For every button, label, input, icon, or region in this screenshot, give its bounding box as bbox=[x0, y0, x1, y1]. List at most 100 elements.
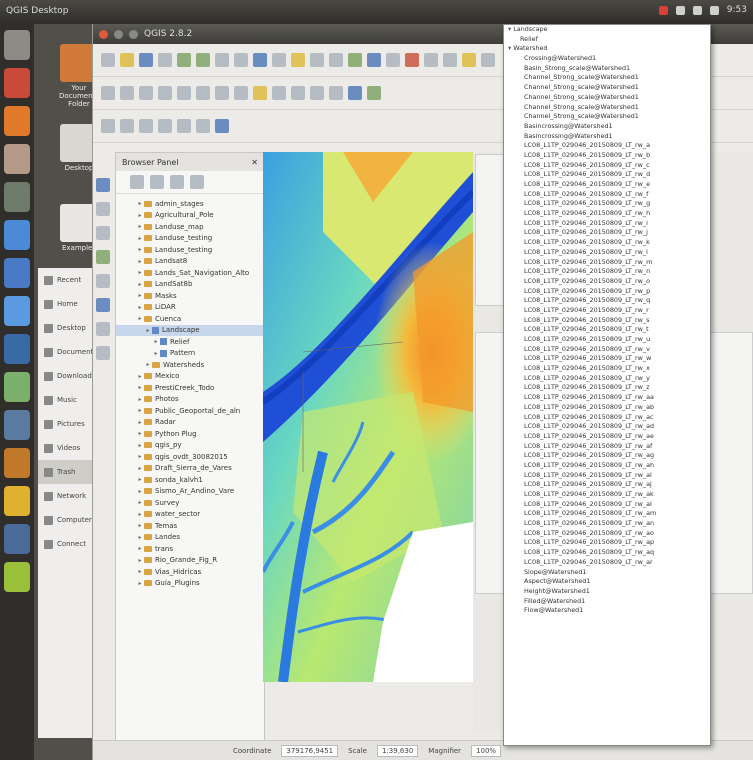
browser-tree-item[interactable]: ▸ qgis_ovdt_30082015 bbox=[116, 451, 264, 463]
dropdown-item[interactable]: LC08_L1TP_029046_20150809_LT_rw_q bbox=[504, 296, 710, 306]
label-rotate-icon[interactable] bbox=[310, 86, 324, 100]
browser-tree-item[interactable]: ▸ qgis_py bbox=[116, 440, 264, 452]
browser-tree-item[interactable]: ▸ Landscape bbox=[116, 324, 264, 336]
digitize-icon[interactable] bbox=[120, 86, 134, 100]
dropdown-item[interactable]: LC08_L1TP_029046_20150809_LT_rw_b bbox=[504, 151, 710, 161]
expand-arrow-icon[interactable]: ▾ bbox=[508, 25, 511, 33]
identify-icon[interactable] bbox=[272, 53, 286, 67]
browser-tree-item[interactable]: ▸ LiDAR bbox=[116, 302, 264, 314]
hand-icon[interactable] bbox=[96, 274, 110, 288]
expand-arrow-icon[interactable]: ▸ bbox=[152, 350, 160, 357]
battery-icon[interactable] bbox=[709, 5, 719, 15]
dropdown-item[interactable]: Channel_Strong_scale@Watershed1 bbox=[504, 112, 710, 122]
expand-arrow-icon[interactable]: ▸ bbox=[136, 281, 144, 288]
node-tool-icon[interactable] bbox=[158, 86, 172, 100]
dropdown-item[interactable]: Slope@Watershed1 bbox=[504, 568, 710, 578]
expand-arrow-icon[interactable]: ▸ bbox=[144, 327, 152, 334]
dropdown-item[interactable]: LC08_L1TP_029046_20150809_LT_rw_af bbox=[504, 442, 710, 452]
expand-arrow-icon[interactable]: ▸ bbox=[136, 373, 144, 380]
desktop-file-icon[interactable] bbox=[60, 204, 96, 242]
close-button[interactable] bbox=[99, 29, 108, 39]
dropdown-item[interactable]: LC08_L1TP_029046_20150809_LT_rw_ai bbox=[504, 471, 710, 481]
expand-arrow-icon[interactable]: ▸ bbox=[136, 246, 144, 253]
delete-selected-icon[interactable] bbox=[177, 86, 191, 100]
calc-icon[interactable] bbox=[4, 334, 30, 364]
browser-tree-item[interactable]: ▸ Pattern bbox=[116, 348, 264, 360]
dropdown-item[interactable]: LC08_L1TP_029046_20150809_LT_rw_v bbox=[504, 345, 710, 355]
collapse-icon[interactable] bbox=[190, 175, 204, 189]
browser-tree-item[interactable]: ▸ Guia_Plugins bbox=[116, 578, 264, 590]
browser-tree-item[interactable]: ▸ Sismo_Ar_Andino_Vare bbox=[116, 486, 264, 498]
settings-icon[interactable] bbox=[4, 524, 30, 554]
help-icon[interactable] bbox=[443, 53, 457, 67]
browser-tree-item[interactable]: ▸ Radar bbox=[116, 417, 264, 429]
zoom-out-icon[interactable] bbox=[196, 53, 210, 67]
maximize-button[interactable] bbox=[129, 29, 138, 39]
expand-arrow-icon[interactable]: ▸ bbox=[136, 557, 144, 564]
firefox-icon[interactable] bbox=[4, 106, 30, 136]
expand-arrow-icon[interactable]: ▸ bbox=[136, 534, 144, 541]
dropdown-item[interactable]: LC08_L1TP_029046_20150809_LT_rw_e bbox=[504, 180, 710, 190]
move-feature-icon[interactable] bbox=[139, 86, 153, 100]
dropdown-item[interactable]: LC08_L1TP_029046_20150809_LT_rw_n bbox=[504, 267, 710, 277]
browser-tree-item[interactable]: ▸ Agricultural_Pole bbox=[116, 210, 264, 222]
add-raster-icon[interactable] bbox=[367, 53, 381, 67]
expand-arrow-icon[interactable]: ▸ bbox=[136, 488, 144, 495]
dropdown-item[interactable]: Aspect@Watershed1 bbox=[504, 577, 710, 587]
browser-tree-item[interactable]: ▸ Temas bbox=[116, 520, 264, 532]
browser-tree-item[interactable]: ▸ Landuse_map bbox=[116, 221, 264, 233]
scale-field[interactable]: 1:39,630 bbox=[376, 744, 419, 757]
dropdown-item[interactable]: LC08_L1TP_029046_20150809_LT_rw_o bbox=[504, 277, 710, 287]
edit-icon[interactable] bbox=[101, 86, 115, 100]
browser-icon[interactable] bbox=[4, 296, 30, 326]
minimize-button[interactable] bbox=[114, 29, 123, 39]
expand-arrow-icon[interactable]: ▸ bbox=[136, 304, 144, 311]
browser-tree-item[interactable]: ▸ Survey bbox=[116, 497, 264, 509]
browser-tree-item[interactable]: ▸ Relief bbox=[116, 336, 264, 348]
add-vector-icon[interactable] bbox=[348, 53, 362, 67]
dropdown-item[interactable]: ▾ Watershed bbox=[504, 44, 710, 54]
dropdown-item[interactable]: LC08_L1TP_029046_20150809_LT_rw_an bbox=[504, 519, 710, 529]
browser-tree-item[interactable]: ▸ Rio_Grande_Fig_R bbox=[116, 555, 264, 567]
dropdown-item[interactable]: LC08_L1TP_029046_20150809_LT_rw_aj bbox=[504, 480, 710, 490]
brightness-icon[interactable] bbox=[177, 119, 191, 133]
dropdown-item[interactable]: LC08_L1TP_029046_20150809_LT_rw_aq bbox=[504, 548, 710, 558]
grass-icon[interactable] bbox=[348, 86, 362, 100]
dropdown-item[interactable]: Filled@Watershed1 bbox=[504, 597, 710, 607]
sound-icon[interactable] bbox=[692, 5, 702, 15]
dropdown-item[interactable]: LC08_L1TP_029046_20150809_LT_rw_ar bbox=[504, 558, 710, 568]
cut-icon[interactable] bbox=[196, 86, 210, 100]
browser-tree-item[interactable]: ▸ Masks bbox=[116, 290, 264, 302]
dropdown-item[interactable]: LC08_L1TP_029046_20150809_LT_rw_al bbox=[504, 500, 710, 510]
expand-arrow-icon[interactable]: ▸ bbox=[136, 396, 144, 403]
dropdown-item[interactable]: LC08_L1TP_029046_20150809_LT_rw_d bbox=[504, 170, 710, 180]
browser-tree-item[interactable]: ▸ Cuenca bbox=[116, 313, 264, 325]
dropdown-item[interactable]: LC08_L1TP_029046_20150809_LT_rw_ab bbox=[504, 403, 710, 413]
browser-tree-item[interactable]: ▸ Python Plug bbox=[116, 428, 264, 440]
pencil-icon[interactable] bbox=[96, 202, 110, 216]
processing-icon[interactable] bbox=[367, 86, 381, 100]
android-icon[interactable] bbox=[4, 372, 30, 402]
dropdown-item[interactable]: LC08_L1TP_029046_20150809_LT_rw_p bbox=[504, 287, 710, 297]
browser-tree-item[interactable]: ▸ Photos bbox=[116, 394, 264, 406]
dropdown-item[interactable]: LC08_L1TP_029046_20150809_LT_rw_k bbox=[504, 238, 710, 248]
browser-tree-item[interactable]: ▸ LandSat8b bbox=[116, 279, 264, 291]
mail-icon[interactable] bbox=[4, 68, 30, 98]
network-icon[interactable] bbox=[675, 5, 685, 15]
dropdown-item[interactable]: Channel_Strong_scale@Watershed1 bbox=[504, 103, 710, 113]
chrome-icon[interactable] bbox=[4, 258, 30, 288]
plugin-icon[interactable] bbox=[481, 53, 495, 67]
dropdown-item[interactable]: LC08_L1TP_029046_20150809_LT_rw_f bbox=[504, 190, 710, 200]
dropdown-item[interactable]: LC08_L1TP_029046_20150809_LT_rw_s bbox=[504, 316, 710, 326]
python-icon[interactable] bbox=[462, 53, 476, 67]
label-icon[interactable] bbox=[253, 86, 267, 100]
browser-tree-item[interactable]: ▸ trans bbox=[116, 543, 264, 555]
paste-icon[interactable] bbox=[234, 86, 248, 100]
filter-icon[interactable] bbox=[170, 175, 184, 189]
expand-arrow-icon[interactable]: ▸ bbox=[136, 407, 144, 414]
browser-tree-item[interactable]: ▸ Landsat8 bbox=[116, 256, 264, 268]
browser-tree-item[interactable]: ▸ Vias_Hidricas bbox=[116, 566, 264, 578]
expand-arrow-icon[interactable]: ▸ bbox=[136, 212, 144, 219]
add-csv-icon[interactable] bbox=[424, 53, 438, 67]
dropdown-item[interactable]: Crossing@Watershed1 bbox=[504, 54, 710, 64]
